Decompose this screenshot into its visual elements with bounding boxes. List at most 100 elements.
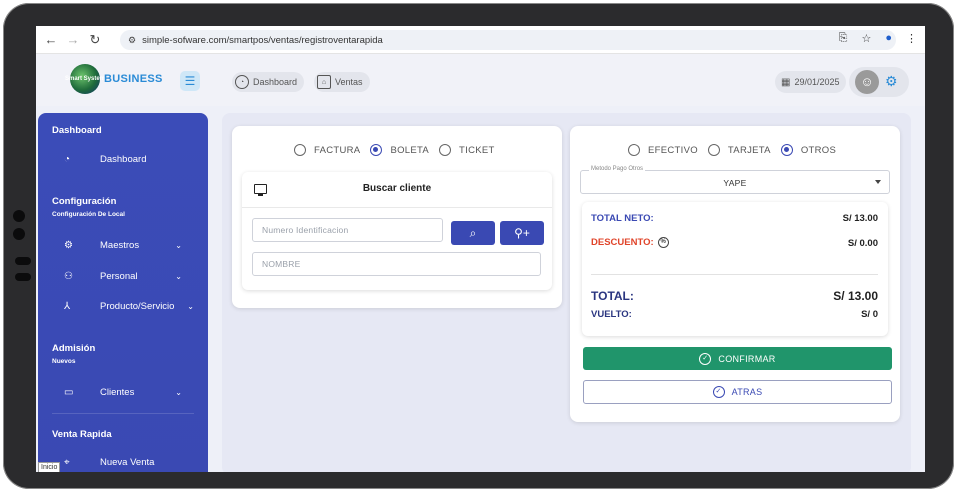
add-client-button[interactable]: ⚲+ [500,221,544,245]
date-text: 29/01/2025 [794,77,840,87]
sidebar-item-nueva-venta[interactable]: ⌖ Nueva Venta [52,453,202,471]
side-button [15,257,31,265]
sidebar-item-label: Maestros [100,239,140,251]
breadcrumb-label: Dashboard [253,77,298,87]
client-search-header: Buscar cliente [242,172,552,208]
check-circle-icon: ✓ [712,386,725,398]
radio-label: OTROS [800,144,837,156]
total-neto-value: S/ 13.00 [842,213,878,224]
back-arrow-icon[interactable]: ← [40,32,62,47]
back-label: ATRAS [731,387,763,397]
screen: ← → ↻ ⚙ simple-sofware.com/smartpos/vent… [36,26,925,472]
check-circle-icon: ✓ [699,352,712,365]
calendar-icon: ▦ [781,76,791,88]
total-value: S/ 13.00 [833,289,878,303]
vuelto-value: S/ 0 [861,309,878,320]
payment-card: EFECTIVO TARJETA OTROS Metodo Pago Otros… [570,126,900,422]
sidebar-item-label: Personal [100,270,138,282]
reload-icon[interactable]: ↻ [84,32,106,48]
radio-otros[interactable] [780,144,793,156]
site-settings-icon[interactable]: ⚙ [128,35,136,46]
document-type-group: FACTURA BOLETA TICKET [294,144,505,156]
logo-small-text: Smart System [64,76,106,82]
back-button[interactable]: ✓ ATRAS [583,380,892,404]
forward-arrow-icon[interactable]: → [62,32,84,47]
main-content: FACTURA BOLETA TICKET Buscar cliente Num… [222,113,911,472]
sidebar-item-producto-servicio[interactable]: ⅄ Producto/Servicio ⌄ [52,297,202,315]
vuelto-label: VUELTO: [591,309,632,320]
section-title-admision: Admisión [52,343,96,354]
sidebar-item-maestros[interactable]: ⚙ Maestros ⌄ [52,236,202,254]
gear-icon: ⚙ [64,239,73,251]
profile-icon[interactable]: ● [885,32,892,45]
radio-ticket[interactable] [439,144,452,156]
camera-dot [13,210,25,222]
section-title-venta-rapida: Venta Rapida [52,429,112,440]
sidebar: Dashboard ◔ Dashboard Configuración Conf… [38,113,208,472]
user-menu[interactable]: ☺ ⚙ [849,67,909,97]
app-header: Smart System BUSINESS ☰ ◔ Dashboard ⌂ Ve… [36,54,925,106]
confirm-label: CONFIRMAR [718,353,776,364]
sidebar-item-personal[interactable]: ⚇ Personal ⌄ [52,267,202,285]
chevron-down-icon: ⌄ [175,271,182,281]
translate-icon[interactable]: ⎘ [839,32,848,45]
client-search-panel: Buscar cliente Numero Identificacion ⌕ ⚲… [242,172,552,290]
chevron-down-icon: ⌄ [175,240,182,250]
radio-label: EFECTIVO [648,144,698,156]
add-user-icon: ⚲+ [514,226,530,240]
radio-label: TICKET [459,144,495,156]
section-title-dashboard: Dashboard [52,125,102,136]
tablet-frame: ← → ↻ ⚙ simple-sofware.com/smartpos/vent… [3,3,954,489]
sidebar-item-label: Producto/Servicio [100,300,175,312]
brand-logo[interactable]: Smart System BUSINESS [65,64,163,94]
side-button [15,273,31,281]
id-number-input[interactable]: Numero Identificacion [252,218,443,242]
avatar[interactable]: ☺ [855,70,879,94]
address-bar[interactable]: ⚙ simple-sofware.com/smartpos/ventas/reg… [120,30,896,50]
confirm-button[interactable]: ✓ CONFIRMAR [583,347,892,370]
total-label: TOTAL: [591,289,634,303]
sidebar-item-label: Dashboard [100,153,147,165]
sidebar-item-dashboard[interactable]: ◔ Dashboard [52,150,202,168]
radio-tarjeta[interactable] [707,144,720,156]
search-client-button[interactable]: ⌕ [451,221,495,245]
url-text: simple-sofware.com/smartpos/ventas/regis… [142,34,383,46]
payment-method-group: EFECTIVO TARJETA OTROS [628,144,846,156]
sidebar-divider [52,413,194,414]
radio-factura[interactable] [294,144,306,156]
sidebar-item-clientes[interactable]: ▭ Clientes ⌄ [52,383,202,401]
status-tooltip: Inicio [38,462,61,472]
descuento-value: S/ 0.00 [847,238,878,249]
kebab-menu-icon[interactable]: ⋮ [906,32,917,45]
basket-icon: ⌂ [317,75,331,89]
sidebar-item-label: Nueva Venta [100,456,155,468]
radio-boleta[interactable] [370,144,383,156]
other-payment-select[interactable]: Metodo Pago Otros YAPE [580,166,890,194]
users-icon: ⚇ [64,270,73,282]
dashboard-icon: ◔ [235,75,249,89]
client-search-title: Buscar cliente [362,183,432,194]
dropdown-arrow-icon [875,180,881,184]
breadcrumb-dashboard[interactable]: ◔ Dashboard [232,72,305,92]
camera-dot [13,228,25,240]
chevron-down-icon: ⌄ [175,387,182,397]
browser-toolbar: ← → ↻ ⚙ simple-sofware.com/smartpos/vent… [36,26,925,54]
client-name-input[interactable]: NOMBRE [252,252,541,276]
gear-icon[interactable]: ⚙ [885,73,898,90]
search-icon: ⌕ [469,226,477,240]
date-display: ▦ 29/01/2025 [775,71,846,93]
radio-efectivo[interactable] [628,144,640,156]
discount-icon[interactable]: % [657,237,669,248]
radio-label: TARJETA [727,144,771,156]
descuento-row: DESCUENTO:% [591,237,669,248]
total-neto-label: TOTAL NETO: [591,213,654,224]
section-subtitle: Configuración De Local [52,211,125,218]
select-value: YAPE [723,178,747,188]
hierarchy-icon: ⅄ [64,300,71,312]
bookmark-star-icon[interactable]: ☆ [861,32,871,45]
menu-toggle-button[interactable]: ☰ [180,71,200,91]
id-card-icon: ▭ [64,386,74,398]
breadcrumb-ventas[interactable]: ⌂ Ventas [314,72,370,92]
radio-label: BOLETA [390,144,430,156]
sidebar-item-label: Clientes [100,386,135,398]
